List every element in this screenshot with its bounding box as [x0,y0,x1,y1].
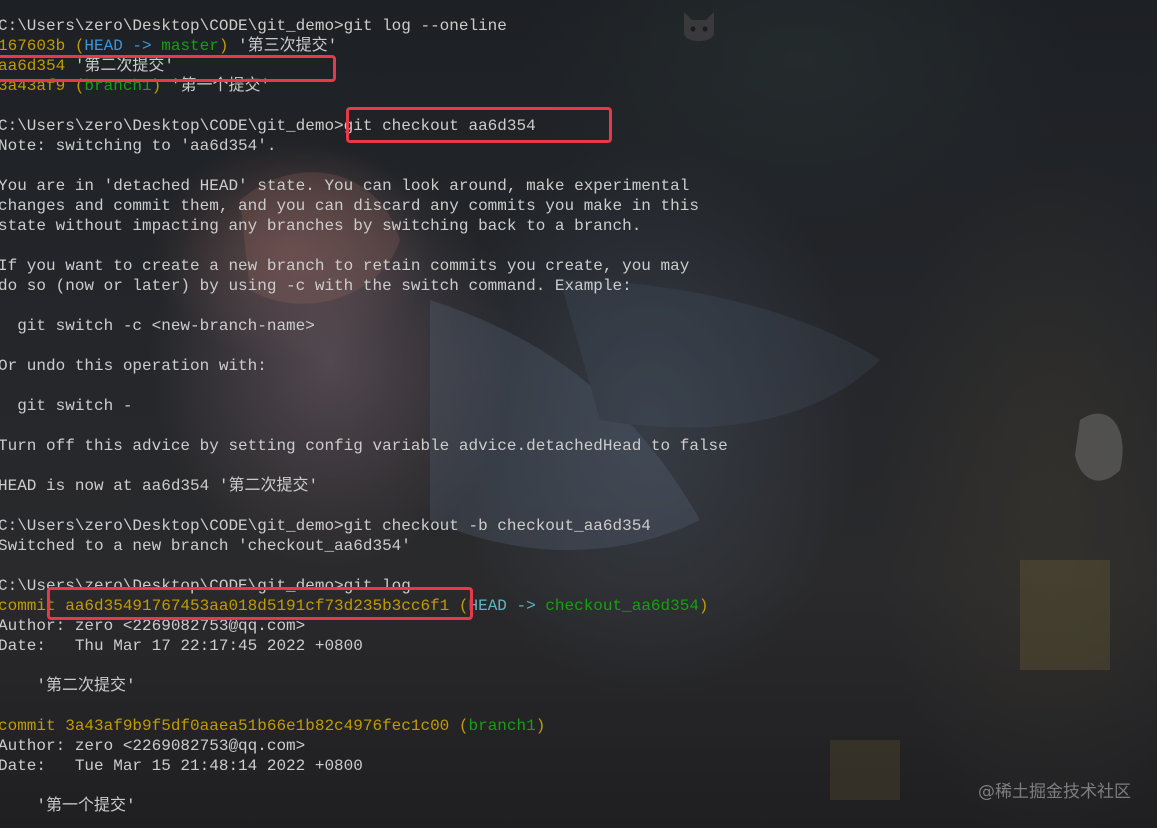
highlight-box-full-commit-hash [47,587,473,620]
terminal-text-segment: Note: switching to 'aa6d354'. [0,137,277,155]
terminal-text-segment: ) [218,37,229,55]
terminal-line: Turn off this advice by setting config v… [0,436,1157,456]
terminal-line: git switch -c <new-branch-name> [0,316,1157,336]
terminal-text-segment: do so (now or later) by using -c with th… [0,277,632,295]
terminal-line: '第二次提交' [0,676,1157,696]
terminal-text-segment: HEAD -> [84,37,162,55]
terminal-text-segment: commit 3a43af9b9f5df0aaea51b66e1b82c4976… [0,717,459,735]
terminal-text-segment: Date: Tue Mar 15 21:48:14 2022 +0800 [0,757,363,775]
terminal-line: 167603b (HEAD -> master) '第三次提交' [0,36,1157,56]
terminal-line: Or undo this operation with: [0,356,1157,376]
terminal-text-segment: master [161,37,219,55]
highlight-box-commit-aa6d354 [0,55,336,82]
terminal-text-segment: Turn off this advice by setting config v… [0,437,728,455]
terminal-line: C:\Users\zero\Desktop\CODE\git_demo>git … [0,516,1157,536]
terminal-text-segment: Switched to a new branch 'checkout_aa6d3… [0,537,411,555]
terminal-text-segment: C:\Users\zero\Desktop\CODE\git_demo>git … [0,17,507,35]
terminal-text-segment: ( [74,37,85,55]
terminal-text-segment: Author: zero <2269082753@qq.com> [0,737,306,755]
terminal-line: If you want to create a new branch to re… [0,256,1157,276]
terminal-line: do so (now or later) by using -c with th… [0,276,1157,296]
terminal-line: Switched to a new branch 'checkout_aa6d3… [0,536,1157,556]
terminal-line: Author: zero <2269082753@qq.com> [0,736,1157,756]
highlight-box-checkout-command [346,107,612,143]
terminal-text-segment: C:\Users\zero\Desktop\CODE\git_demo>git … [0,517,651,535]
terminal-text-segment: git switch - [0,397,133,415]
terminal-line: C:\Users\zero\Desktop\CODE\git_demo>git … [0,16,1157,36]
terminal-line: Date: Tue Mar 15 21:48:14 2022 +0800 [0,756,1157,776]
terminal-text-segment: You are in 'detached HEAD' state. You ca… [0,177,690,195]
watermark: @稀土掘金技术社区 [978,782,1131,802]
terminal-text-segment: If you want to create a new branch to re… [0,257,690,275]
terminal-text-segment: changes and commit them, and you can dis… [0,197,699,215]
terminal-line: commit 3a43af9b9f5df0aaea51b66e1b82c4976… [0,716,1157,736]
terminal-text-segment: 167603b [0,37,75,55]
terminal-text-segment: HEAD -> [468,597,546,615]
terminal-text-segment: checkout_aa6d354 [545,597,699,615]
terminal-text-segment: HEAD is now at aa6d354 '第二次提交' [0,477,319,495]
terminal-line: Date: Thu Mar 17 22:17:45 2022 +0800 [0,636,1157,656]
terminal-text-segment: '第一个提交' [0,797,136,815]
terminal-text-segment: ) [698,597,709,615]
terminal-text-segment: Or undo this operation with: [0,357,267,375]
terminal-line: git switch - [0,396,1157,416]
terminal-text-segment: git switch -c <new-branch-name> [0,317,315,335]
terminal-text-segment: '第二次提交' [0,677,136,695]
terminal-text-segment: ) [535,717,546,735]
terminal-text-segment: branch1 [468,717,536,735]
terminal-text-segment: '第三次提交' [228,37,338,55]
terminal-text-segment: Date: Thu Mar 17 22:17:45 2022 +0800 [0,637,363,655]
terminal-line: state without impacting any branches by … [0,216,1157,236]
terminal-line: changes and commit them, and you can dis… [0,196,1157,216]
terminal-line: HEAD is now at aa6d354 '第二次提交' [0,476,1157,496]
terminal-line: You are in 'detached HEAD' state. You ca… [0,176,1157,196]
terminal-text-segment: state without impacting any branches by … [0,217,642,235]
